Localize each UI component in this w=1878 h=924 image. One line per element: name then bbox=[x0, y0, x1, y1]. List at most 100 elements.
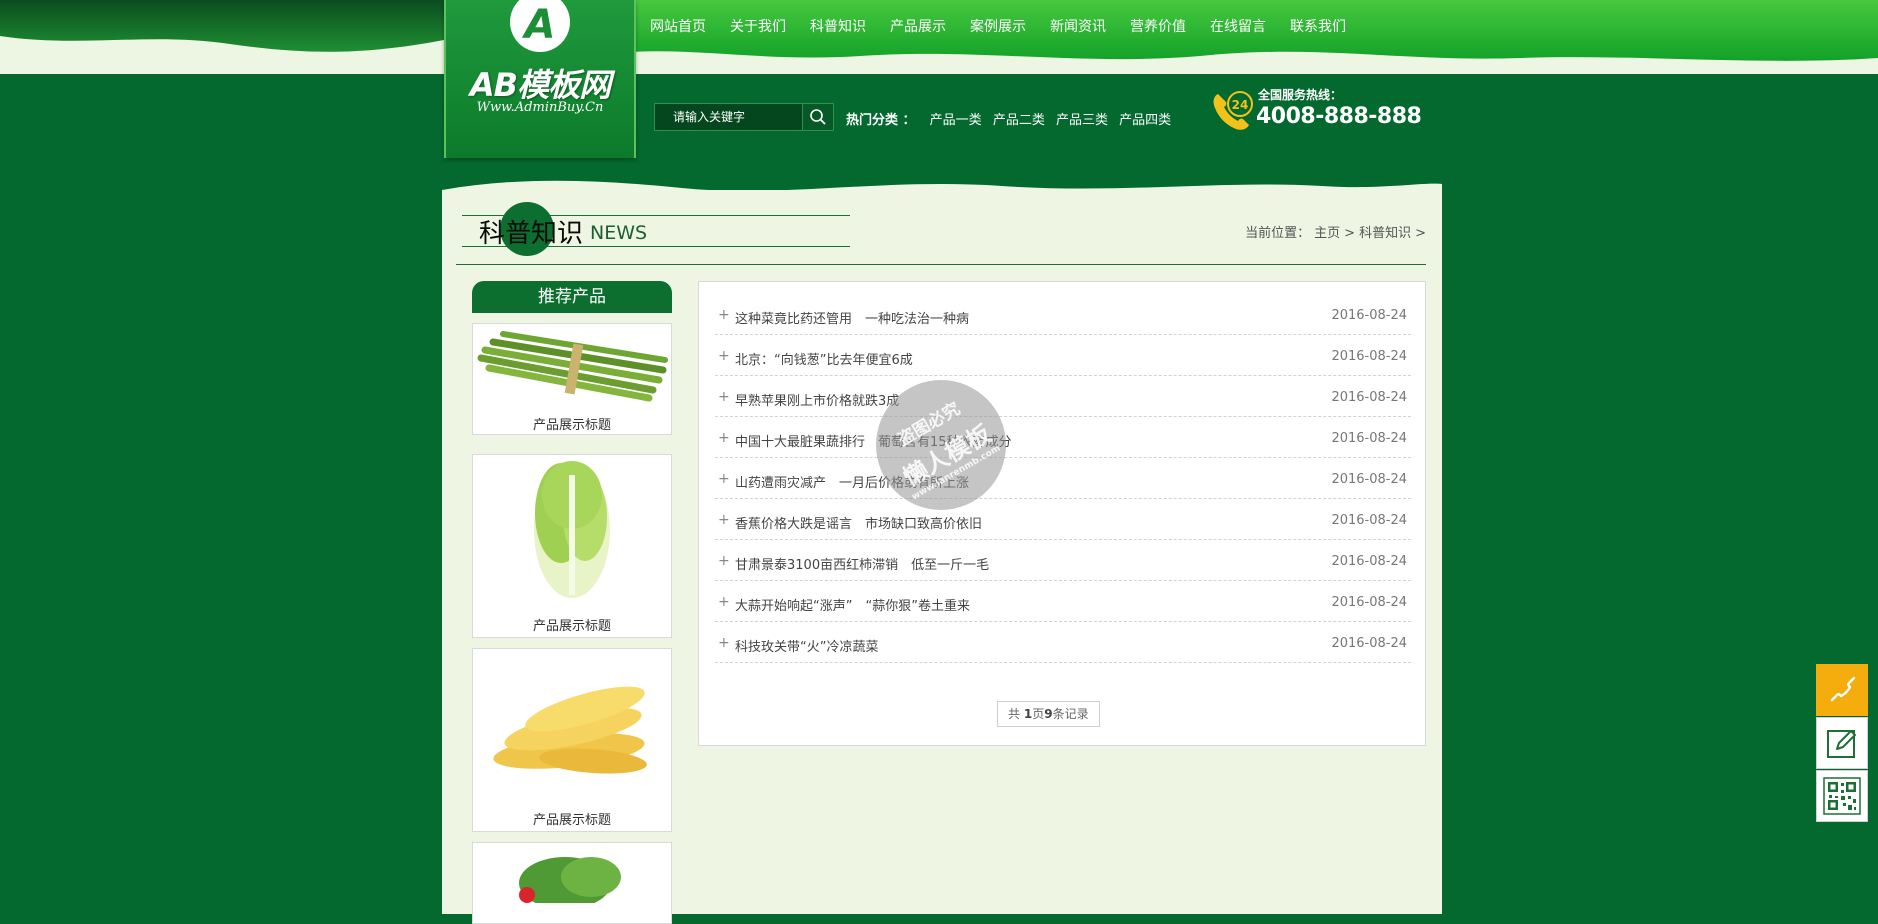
hot-label: 热门分类 ： bbox=[846, 113, 916, 128]
breadcrumb-prefix: 当前位置： bbox=[1245, 226, 1311, 241]
plus-icon: + bbox=[718, 430, 730, 446]
content-panel: 科普知识 NEWS 当前位置： 主页 > 科普知识 > 推荐产品 产品展示标题 产品展 bbox=[442, 190, 1442, 924]
plus-icon: + bbox=[718, 307, 730, 323]
breadcrumb: 当前位置： 主页 > 科普知识 > bbox=[1243, 222, 1428, 241]
news-date: 2016-08-24 bbox=[1331, 636, 1407, 651]
svg-text:24: 24 bbox=[1232, 98, 1249, 112]
nav-cases[interactable]: 案例展示 bbox=[970, 16, 1026, 36]
site-logo[interactable]: A AB模板网 Www.AdminBuy.Cn bbox=[444, 0, 636, 158]
hot-item[interactable]: 产品四类 bbox=[1119, 113, 1171, 128]
news-row[interactable]: + 北京：“向钱葱”比去年便宜6成 2016-08-24 bbox=[715, 335, 1411, 376]
nav-nutrition[interactable]: 营养价值 bbox=[1130, 16, 1186, 36]
qrcode-icon bbox=[1823, 777, 1861, 815]
hot-item[interactable]: 产品三类 bbox=[1056, 113, 1108, 128]
pager-mid: 页 bbox=[1032, 707, 1045, 721]
svg-text:A: A bbox=[522, 2, 556, 48]
corn-image bbox=[493, 686, 647, 774]
news-row[interactable]: + 香蕉价格大跌是谣言 市场缺口致高价依旧 2016-08-24 bbox=[715, 499, 1411, 540]
hot-categories: 热门分类 ： 产品一类 产品二类 产品三类 产品四类 bbox=[846, 109, 1178, 128]
cabbage-image bbox=[534, 461, 610, 598]
product-card[interactable]: 产品展示标题 bbox=[472, 323, 672, 435]
main-nav: 网站首页 关于我们 科普知识 产品展示 案例展示 新闻资讯 营养价值 在线留言 … bbox=[650, 16, 1370, 36]
news-title[interactable]: 早熟苹果刚上市价格就跌3成 bbox=[735, 390, 899, 409]
search-button[interactable] bbox=[802, 104, 833, 130]
news-date: 2016-08-24 bbox=[1331, 308, 1407, 323]
float-message-button[interactable] bbox=[1816, 717, 1868, 769]
edit-icon bbox=[1827, 730, 1856, 758]
nav-contact[interactable]: 联系我们 bbox=[1290, 16, 1346, 36]
hotline-label: 全国服务热线： bbox=[1258, 88, 1343, 102]
product-caption: 产品展示标题 bbox=[532, 619, 611, 634]
nav-news[interactable]: 新闻资讯 bbox=[1050, 16, 1106, 36]
breadcrumb-trail: > bbox=[1415, 226, 1426, 241]
news-date: 2016-08-24 bbox=[1331, 595, 1407, 610]
section-title-en: NEWS bbox=[590, 222, 648, 244]
news-row[interactable]: + 中国十大最脏果蔬排行 葡萄含有15种农药成分 2016-08-24 bbox=[715, 417, 1411, 458]
plus-icon: + bbox=[718, 635, 730, 651]
news-list: + 这种菜竟比药还管用 一种吃法治一种病 2016-08-24 + 北京：“向钱… bbox=[698, 281, 1426, 746]
product-caption: 产品展示标题 bbox=[532, 418, 611, 433]
news-title[interactable]: 北京：“向钱葱”比去年便宜6成 bbox=[735, 349, 913, 368]
news-row[interactable]: + 甘肃景泰3100亩西红柿滞销 低至一斤一毛 2016-08-24 bbox=[715, 540, 1411, 581]
news-title[interactable]: 这种菜竟比药还管用 一种吃法治一种病 bbox=[735, 308, 969, 327]
logo-subtitle: Www.AdminBuy.Cn bbox=[476, 100, 604, 115]
logo-a-icon: A bbox=[510, 0, 570, 52]
plus-icon: + bbox=[718, 471, 730, 487]
section-divider bbox=[456, 264, 1426, 265]
phone-24-icon: 24 bbox=[1213, 91, 1253, 130]
news-date: 2016-08-24 bbox=[1331, 390, 1407, 405]
product-card[interactable]: 产品展示标题 bbox=[472, 648, 672, 832]
salad-image bbox=[519, 857, 621, 903]
news-row[interactable]: + 早熟苹果刚上市价格就跌3成 2016-08-24 bbox=[715, 376, 1411, 417]
news-title[interactable]: 大蒜开始响起“涨声” “蒜你狠”卷土重来 bbox=[735, 595, 970, 614]
news-date: 2016-08-24 bbox=[1331, 431, 1407, 446]
watermark-stamp: 盗图必究 懒人模板 www.lanrenmb.com bbox=[876, 380, 1006, 510]
news-row[interactable]: + 大蒜开始响起“涨声” “蒜你狠”卷土重来 2016-08-24 bbox=[715, 581, 1411, 622]
phone-icon bbox=[1830, 676, 1856, 702]
search-input[interactable] bbox=[655, 104, 803, 130]
nav-about[interactable]: 关于我们 bbox=[730, 16, 786, 36]
news-title[interactable]: 甘肃景泰3100亩西红柿滞销 低至一斤一毛 bbox=[735, 554, 989, 573]
news-date: 2016-08-24 bbox=[1331, 349, 1407, 364]
pager-pages: 1 bbox=[1023, 707, 1033, 721]
nav-home[interactable]: 网站首页 bbox=[650, 16, 706, 36]
plus-icon: + bbox=[718, 512, 730, 528]
nav-products[interactable]: 产品展示 bbox=[890, 16, 946, 36]
product-card[interactable] bbox=[472, 842, 672, 924]
section-title-cn: 科普知识 bbox=[479, 219, 584, 249]
news-row[interactable]: + 山药遭雨灾减产 一月后价格或有所上涨 2016-08-24 bbox=[715, 458, 1411, 499]
news-row[interactable]: + 这种菜竟比药还管用 一种吃法治一种病 2016-08-24 bbox=[715, 294, 1411, 335]
sidebar-heading: 推荐产品 bbox=[472, 281, 672, 313]
news-date: 2016-08-24 bbox=[1331, 554, 1407, 569]
news-title[interactable]: 香蕉价格大跌是谣言 市场缺口致高价依旧 bbox=[735, 513, 982, 532]
plus-icon: + bbox=[718, 389, 730, 405]
floating-toolbar bbox=[1816, 664, 1868, 823]
float-phone-button[interactable] bbox=[1816, 664, 1868, 716]
news-date: 2016-08-24 bbox=[1331, 513, 1407, 528]
breadcrumb-sep: > bbox=[1344, 226, 1356, 241]
asparagus-image bbox=[477, 331, 668, 402]
news-date: 2016-08-24 bbox=[1331, 472, 1407, 487]
nav-message[interactable]: 在线留言 bbox=[1210, 16, 1266, 36]
plus-icon: + bbox=[718, 594, 730, 610]
product-caption: 产品展示标题 bbox=[532, 813, 611, 828]
pager-suffix: 条记录 bbox=[1052, 707, 1089, 721]
header-top-band bbox=[0, 0, 1878, 75]
hot-item[interactable]: 产品二类 bbox=[993, 113, 1045, 128]
pager-records: 9 bbox=[1044, 707, 1053, 721]
float-qrcode-button[interactable] bbox=[1816, 770, 1868, 822]
breadcrumb-current[interactable]: 科普知识 bbox=[1359, 226, 1411, 241]
hot-item[interactable]: 产品一类 bbox=[930, 113, 982, 128]
plus-icon: + bbox=[718, 553, 730, 569]
hotline-number: 4008-888-888 bbox=[1256, 104, 1422, 129]
pager-prefix: 共 bbox=[1008, 707, 1024, 721]
news-row[interactable]: + 科技玫关带“火”冷凉蔬菜 2016-08-24 bbox=[715, 622, 1411, 663]
breadcrumb-home[interactable]: 主页 bbox=[1314, 226, 1340, 241]
product-card[interactable]: 产品展示标题 bbox=[472, 454, 672, 638]
pagination-info: 共 1页9条记录 bbox=[997, 701, 1100, 727]
search-box bbox=[654, 103, 834, 131]
news-title[interactable]: 科技玫关带“火”冷凉蔬菜 bbox=[735, 636, 878, 655]
search-icon bbox=[810, 109, 826, 125]
nav-science[interactable]: 科普知识 bbox=[810, 16, 866, 36]
plus-icon: + bbox=[718, 348, 730, 364]
